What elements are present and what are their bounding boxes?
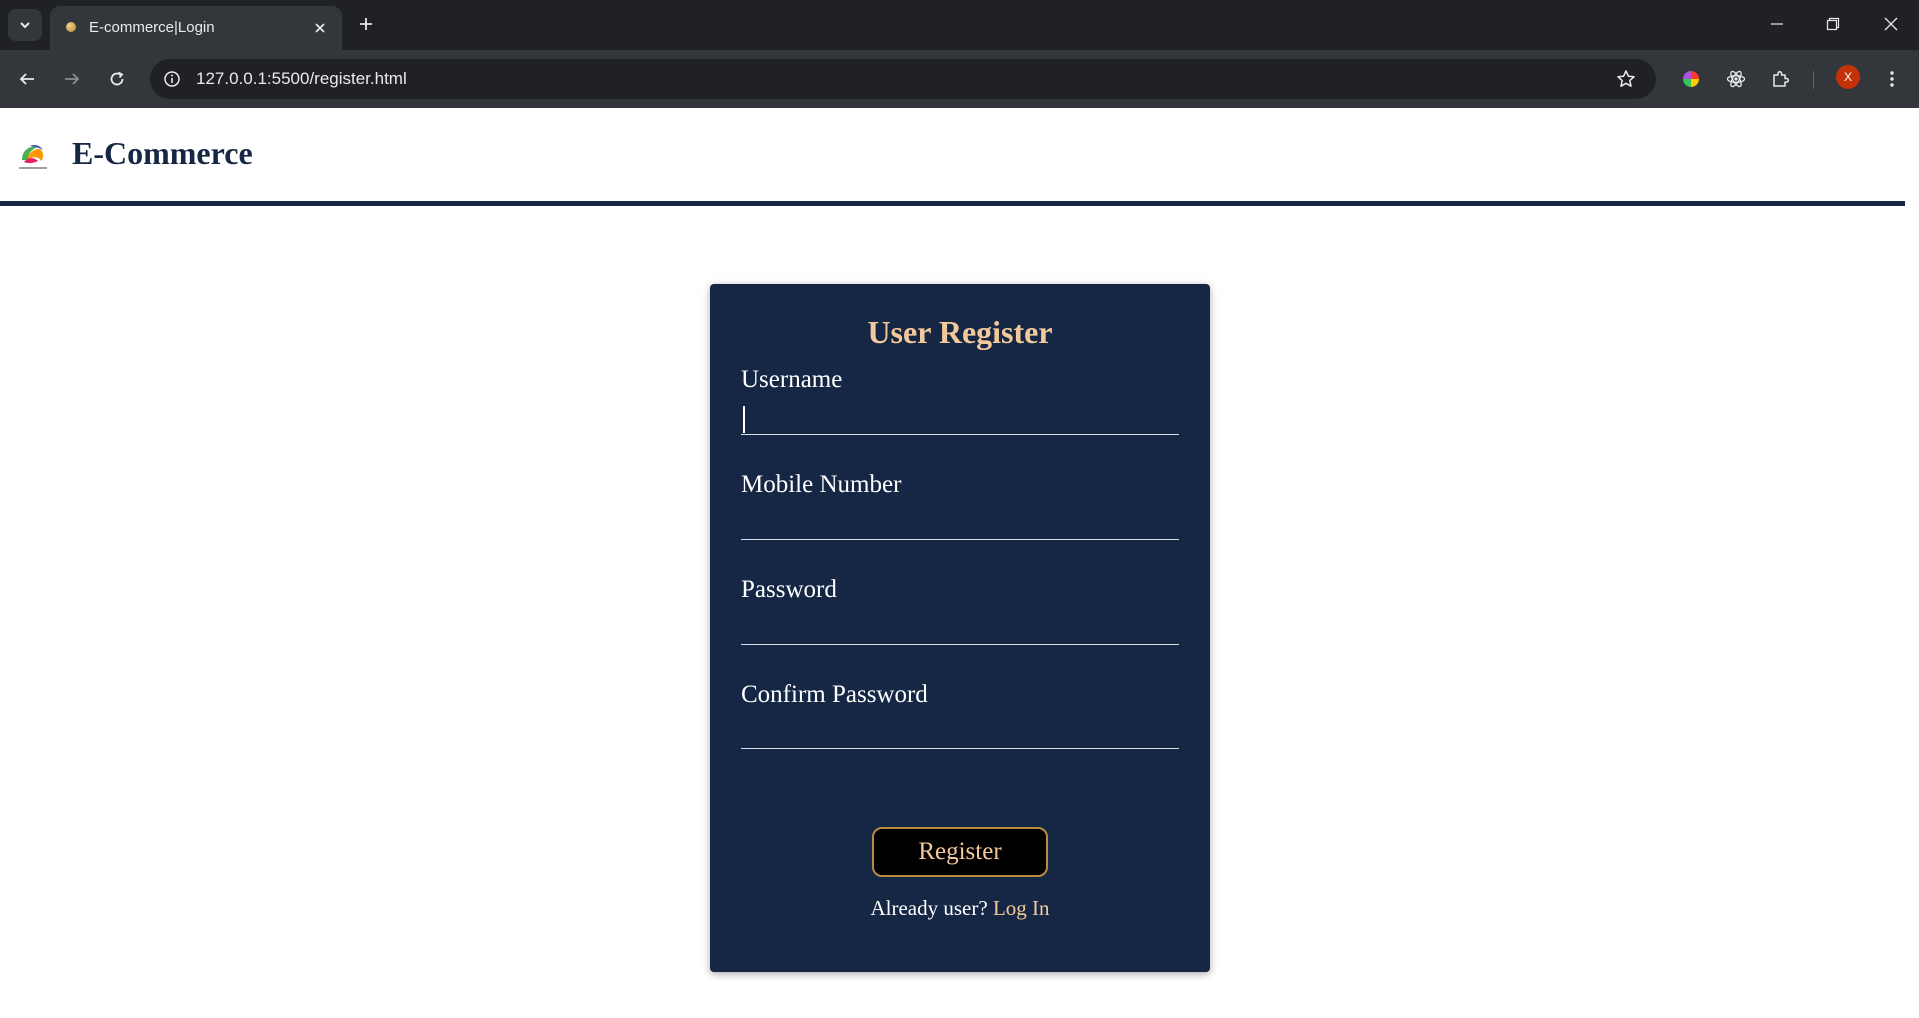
confirm-password-label: Confirm Password bbox=[741, 681, 928, 708]
browser-tab-active[interactable]: E-commerce|Login bbox=[50, 6, 342, 50]
favicon-icon bbox=[66, 22, 76, 32]
new-tab-button[interactable] bbox=[354, 12, 378, 36]
restore-button[interactable] bbox=[1813, 10, 1853, 38]
tab-search-button[interactable] bbox=[8, 9, 42, 41]
tab-title: E-commerce|Login bbox=[89, 19, 215, 36]
browser-tabstrip: E-commerce|Login bbox=[0, 0, 1919, 50]
already-user-text: Already user? Log In bbox=[710, 896, 1210, 921]
back-button[interactable] bbox=[11, 63, 43, 95]
restore-icon bbox=[1826, 17, 1840, 31]
tab-close-button[interactable] bbox=[310, 18, 330, 38]
color-extension-icon[interactable] bbox=[1677, 65, 1705, 93]
mobile-number-label: Mobile Number bbox=[741, 471, 902, 498]
minimize-button[interactable] bbox=[1757, 10, 1797, 38]
reload-icon bbox=[110, 71, 124, 86]
arrow-right-icon bbox=[65, 73, 80, 85]
close-icon bbox=[1884, 17, 1898, 31]
password-input[interactable] bbox=[741, 609, 1179, 645]
close-window-button[interactable] bbox=[1871, 10, 1911, 38]
react-devtools-icon[interactable] bbox=[1722, 65, 1750, 93]
chrome-menu-button[interactable] bbox=[1878, 65, 1906, 93]
site-brand-title[interactable]: E-Commerce bbox=[72, 135, 253, 172]
address-bar[interactable]: 127.0.0.1:5500/register.html bbox=[150, 59, 1656, 99]
site-info-icon[interactable] bbox=[160, 67, 184, 91]
arrow-left-icon bbox=[19, 73, 34, 85]
confirm-password-input[interactable] bbox=[741, 713, 1179, 749]
mobile-number-input[interactable] bbox=[741, 504, 1179, 540]
register-card: User Register Username Mobile Number Pas… bbox=[710, 284, 1210, 972]
register-button[interactable]: Register bbox=[872, 827, 1048, 877]
bookmark-star-icon[interactable] bbox=[1614, 67, 1638, 91]
more-vertical-icon bbox=[1890, 71, 1894, 87]
reload-button[interactable] bbox=[101, 63, 133, 95]
forward-button[interactable] bbox=[56, 63, 88, 95]
already-user-label: Already user? bbox=[870, 896, 988, 920]
profile-avatar[interactable]: X bbox=[1836, 65, 1860, 89]
browser-toolbar: 127.0.0.1:5500/register.html bbox=[0, 50, 1919, 108]
colorful-swirl-logo-icon[interactable] bbox=[16, 140, 50, 174]
minimize-icon bbox=[1771, 23, 1783, 25]
extensions-puzzle-icon[interactable] bbox=[1767, 65, 1795, 93]
toolbar-separator bbox=[1813, 71, 1814, 89]
username-input[interactable] bbox=[741, 399, 1179, 435]
close-icon bbox=[315, 23, 325, 33]
form-title: User Register bbox=[867, 314, 1053, 350]
login-link[interactable]: Log In bbox=[993, 896, 1050, 920]
plus-icon bbox=[360, 18, 372, 30]
site-header: E-Commerce bbox=[0, 108, 1905, 206]
username-label: Username bbox=[741, 366, 843, 393]
chevron-down-icon bbox=[20, 22, 30, 29]
password-label: Password bbox=[741, 576, 837, 603]
url-text: 127.0.0.1:5500/register.html bbox=[196, 69, 407, 88]
text-caret bbox=[743, 406, 745, 433]
